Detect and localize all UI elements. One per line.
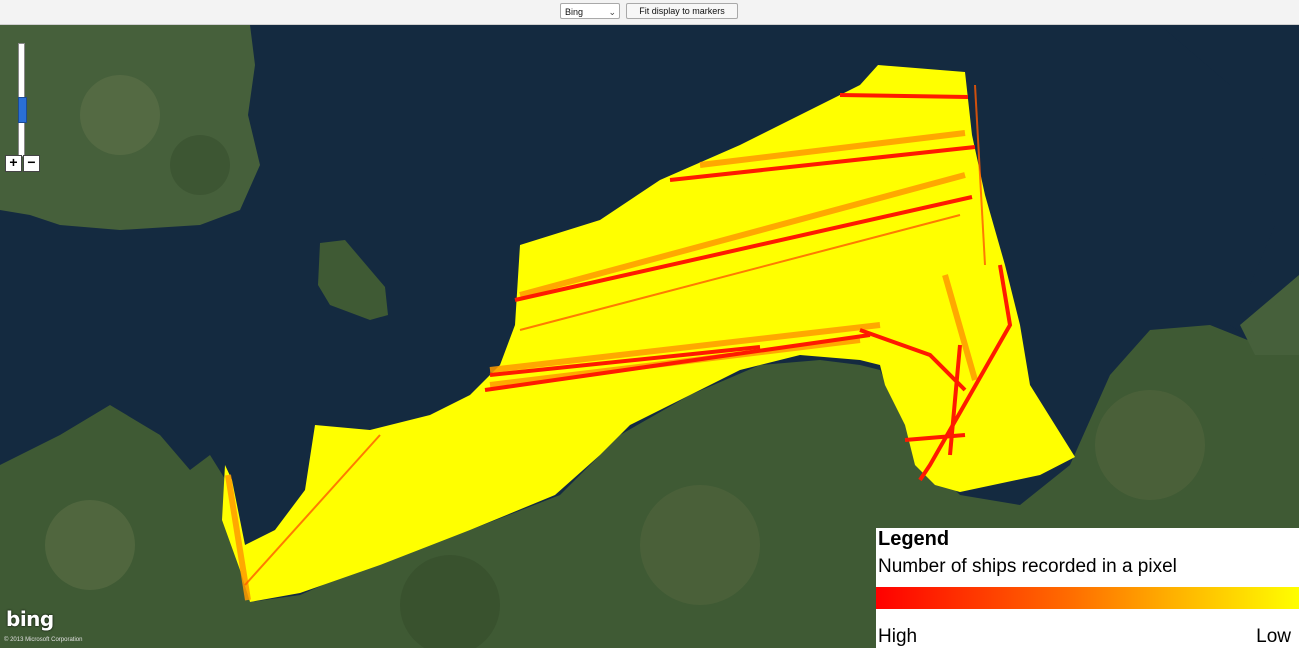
map-toolbar: Bing ⌄ Fit display to markers: [0, 0, 1299, 25]
legend-title: Legend: [878, 528, 950, 550]
fit-display-button[interactable]: Fit display to markers: [626, 3, 738, 19]
zoom-control: + −: [5, 43, 41, 193]
map-source-value: Bing: [565, 7, 584, 17]
legend-panel: Legend Number of ships recorded in a pix…: [876, 528, 1299, 648]
zoom-out-icon[interactable]: −: [23, 155, 40, 172]
bing-logo: bing: [6, 607, 54, 631]
legend-color-ramp: [876, 587, 1299, 609]
legend-subtitle: Number of ships recorded in a pixel: [878, 556, 1177, 577]
legend-low-label: Low: [1256, 626, 1291, 647]
chevron-down-icon: ⌄: [608, 7, 616, 17]
map-copyright: © 2013 Microsoft Corporation: [4, 637, 83, 643]
zoom-slider-thumb[interactable]: [18, 97, 27, 123]
map-source-select[interactable]: Bing ⌄: [560, 3, 620, 19]
legend-high-label: High: [878, 626, 918, 647]
zoom-in-icon[interactable]: +: [5, 155, 22, 172]
